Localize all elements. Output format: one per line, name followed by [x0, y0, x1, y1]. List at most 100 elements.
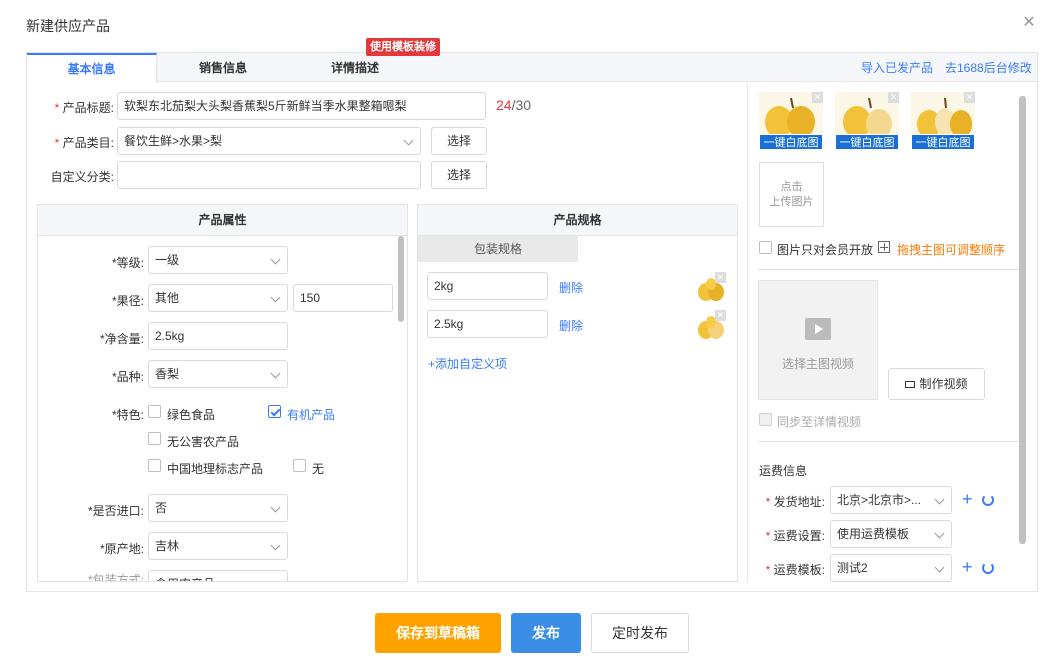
title-input[interactable]: 软梨东北茄梨大头梨香蕉梨5斤新鲜当季水果整箱嗯梨 [117, 92, 486, 120]
chevron-down-icon [934, 528, 945, 539]
grade-label: *等级: [111, 256, 144, 270]
add-address-icon[interactable]: + [962, 489, 973, 509]
feature-label-organic: 有机产品 [287, 408, 336, 422]
save-draft-button[interactable]: 保存到草稿箱 [375, 613, 501, 653]
chevron-down-icon [270, 502, 281, 513]
feature-label-geo-mark: 中国地理标志产品 [167, 462, 264, 476]
upload-image-button[interactable]: 点击 上传图片 [759, 162, 824, 227]
attributes-scrollbar[interactable] [398, 236, 404, 322]
drag-order-hint: 拖拽主图可调整顺序 [897, 243, 1006, 257]
remove-image-icon[interactable]: ✕ [964, 92, 975, 103]
diameter-select[interactable]: 其他 [148, 284, 288, 312]
custom-category-choose-button[interactable]: 选择 [431, 161, 487, 189]
chevron-down-icon [934, 562, 945, 573]
drag-move-icon [878, 241, 890, 253]
remove-image-icon[interactable]: ✕ [812, 92, 823, 103]
divider [758, 441, 1019, 442]
feature-checkbox-organic[interactable] [268, 405, 281, 418]
freight-setting-select[interactable]: 使用运费模板 [830, 520, 952, 548]
tab-detail-desc[interactable]: 详情描述 [290, 53, 420, 83]
category-select[interactable]: 餐饮生鲜>水果>梨 [117, 127, 421, 155]
main-image-2[interactable]: ✕ 一键白底图 [835, 92, 899, 150]
variety-label: *品种: [111, 370, 144, 384]
tab-basic-info[interactable]: 基本信息 [27, 53, 157, 83]
title-label: * 产品标题: [54, 101, 114, 115]
column-divider [747, 84, 748, 582]
custom-category-label: 自定义分类: [50, 170, 114, 184]
specs-header: 产品规格 [418, 205, 737, 236]
feature-checkbox-pollution-free[interactable] [148, 432, 161, 445]
ship-address-select[interactable]: 北京>北京市>... [830, 486, 952, 514]
feature-label-pollution-free: 无公害农产品 [167, 435, 240, 449]
import-label: *是否进口: [87, 504, 144, 518]
feature-checkbox-green[interactable] [148, 405, 161, 418]
video-play-icon [805, 318, 831, 340]
add-template-icon[interactable]: + [962, 557, 973, 577]
main-video-select[interactable]: 选择主图视频 [758, 280, 878, 400]
variety-select[interactable]: 香梨 [148, 360, 288, 388]
category-label: * 产品类目: [54, 136, 114, 150]
template-badge[interactable]: 使用模板装修 [366, 38, 440, 56]
title-char-count: 24/30 [496, 97, 532, 113]
members-only-checkbox[interactable] [759, 241, 772, 254]
package-select[interactable]: 食用农产品 [148, 570, 288, 581]
dialog-title: 新建供应产品 [26, 18, 110, 34]
net-content-input[interactable]: 2.5kg [148, 322, 288, 350]
white-bg-label[interactable]: 一键白底图 [911, 134, 975, 150]
chevron-down-icon [270, 368, 281, 379]
upload-label-line1: 点击 [780, 181, 803, 193]
remove-image-icon[interactable]: ✕ [715, 272, 726, 283]
category-choose-button[interactable]: 选择 [431, 127, 487, 155]
feature-label: *特色: [111, 408, 144, 422]
remove-image-icon[interactable]: ✕ [715, 310, 726, 321]
right-scrollbar[interactable] [1019, 96, 1026, 544]
goto-1688-link[interactable]: 去1688后台修改 [945, 59, 1032, 76]
diameter-extra-input[interactable]: 150 [293, 284, 393, 312]
import-published-link[interactable]: 导入已发产品 [861, 59, 933, 76]
grade-select[interactable]: 一级 [148, 246, 288, 274]
add-custom-spec-link[interactable]: +添加自定义项 [428, 355, 507, 372]
video-select-label: 选择主图视频 [781, 357, 854, 371]
main-image-3[interactable]: ✕ 一键白底图 [911, 92, 975, 150]
feature-checkbox-geo-mark[interactable] [148, 459, 161, 472]
diameter-label: *果径: [111, 294, 144, 308]
refresh-icon[interactable] [982, 562, 994, 574]
chevron-down-icon [270, 254, 281, 265]
spec-column-header: 包装规格 [418, 236, 578, 262]
main-image-1[interactable]: ✕ 一键白底图 [759, 92, 823, 150]
freight-setting-label: * 运费设置: [765, 529, 825, 543]
import-select[interactable]: 否 [148, 494, 288, 522]
tab-sales-info[interactable]: 销售信息 [158, 53, 288, 83]
chevron-down-icon [934, 494, 945, 505]
net-content-label: *净含量: [99, 332, 144, 346]
refresh-icon[interactable] [982, 494, 994, 506]
origin-select[interactable]: 吉林 [148, 532, 288, 560]
spec-delete-2kg[interactable]: 删除 [559, 279, 583, 296]
spec-input-2kg[interactable]: 2kg [427, 272, 548, 300]
spec-input-2-5kg[interactable]: 2.5kg [427, 310, 548, 338]
publish-button[interactable]: 发布 [511, 613, 581, 653]
origin-label: *原产地: [99, 542, 144, 556]
freight-template-select[interactable]: 测试2 [830, 554, 952, 582]
package-label: *包装方式: [87, 573, 144, 581]
freight-template-label: * 运费模板: [765, 563, 825, 577]
upload-label-line2: 上传图片 [769, 196, 814, 208]
divider [758, 269, 1019, 270]
custom-category-input[interactable] [117, 161, 421, 189]
spec-image-2kg[interactable]: ✕ [694, 272, 726, 302]
make-video-button[interactable]: 制作视频 [888, 368, 985, 400]
white-bg-label[interactable]: 一键白底图 [835, 134, 899, 150]
remove-image-icon[interactable]: ✕ [888, 92, 899, 103]
attributes-header: 产品属性 [38, 205, 407, 236]
clipped-row: *包装方式: 食用农产品 [60, 570, 300, 581]
shipping-header: 运费信息 [759, 464, 808, 478]
feature-label-none: 无 [312, 462, 325, 476]
spec-delete-2-5kg[interactable]: 删除 [559, 317, 583, 334]
schedule-publish-button[interactable]: 定时发布 [591, 613, 689, 653]
white-bg-label[interactable]: 一键白底图 [759, 134, 823, 150]
chevron-down-icon [403, 135, 414, 146]
sync-video-checkbox[interactable] [759, 413, 772, 426]
spec-image-2-5kg[interactable]: ✕ [694, 310, 726, 340]
feature-checkbox-none[interactable] [293, 459, 306, 472]
close-icon[interactable]: ✕ [1022, 15, 1036, 31]
